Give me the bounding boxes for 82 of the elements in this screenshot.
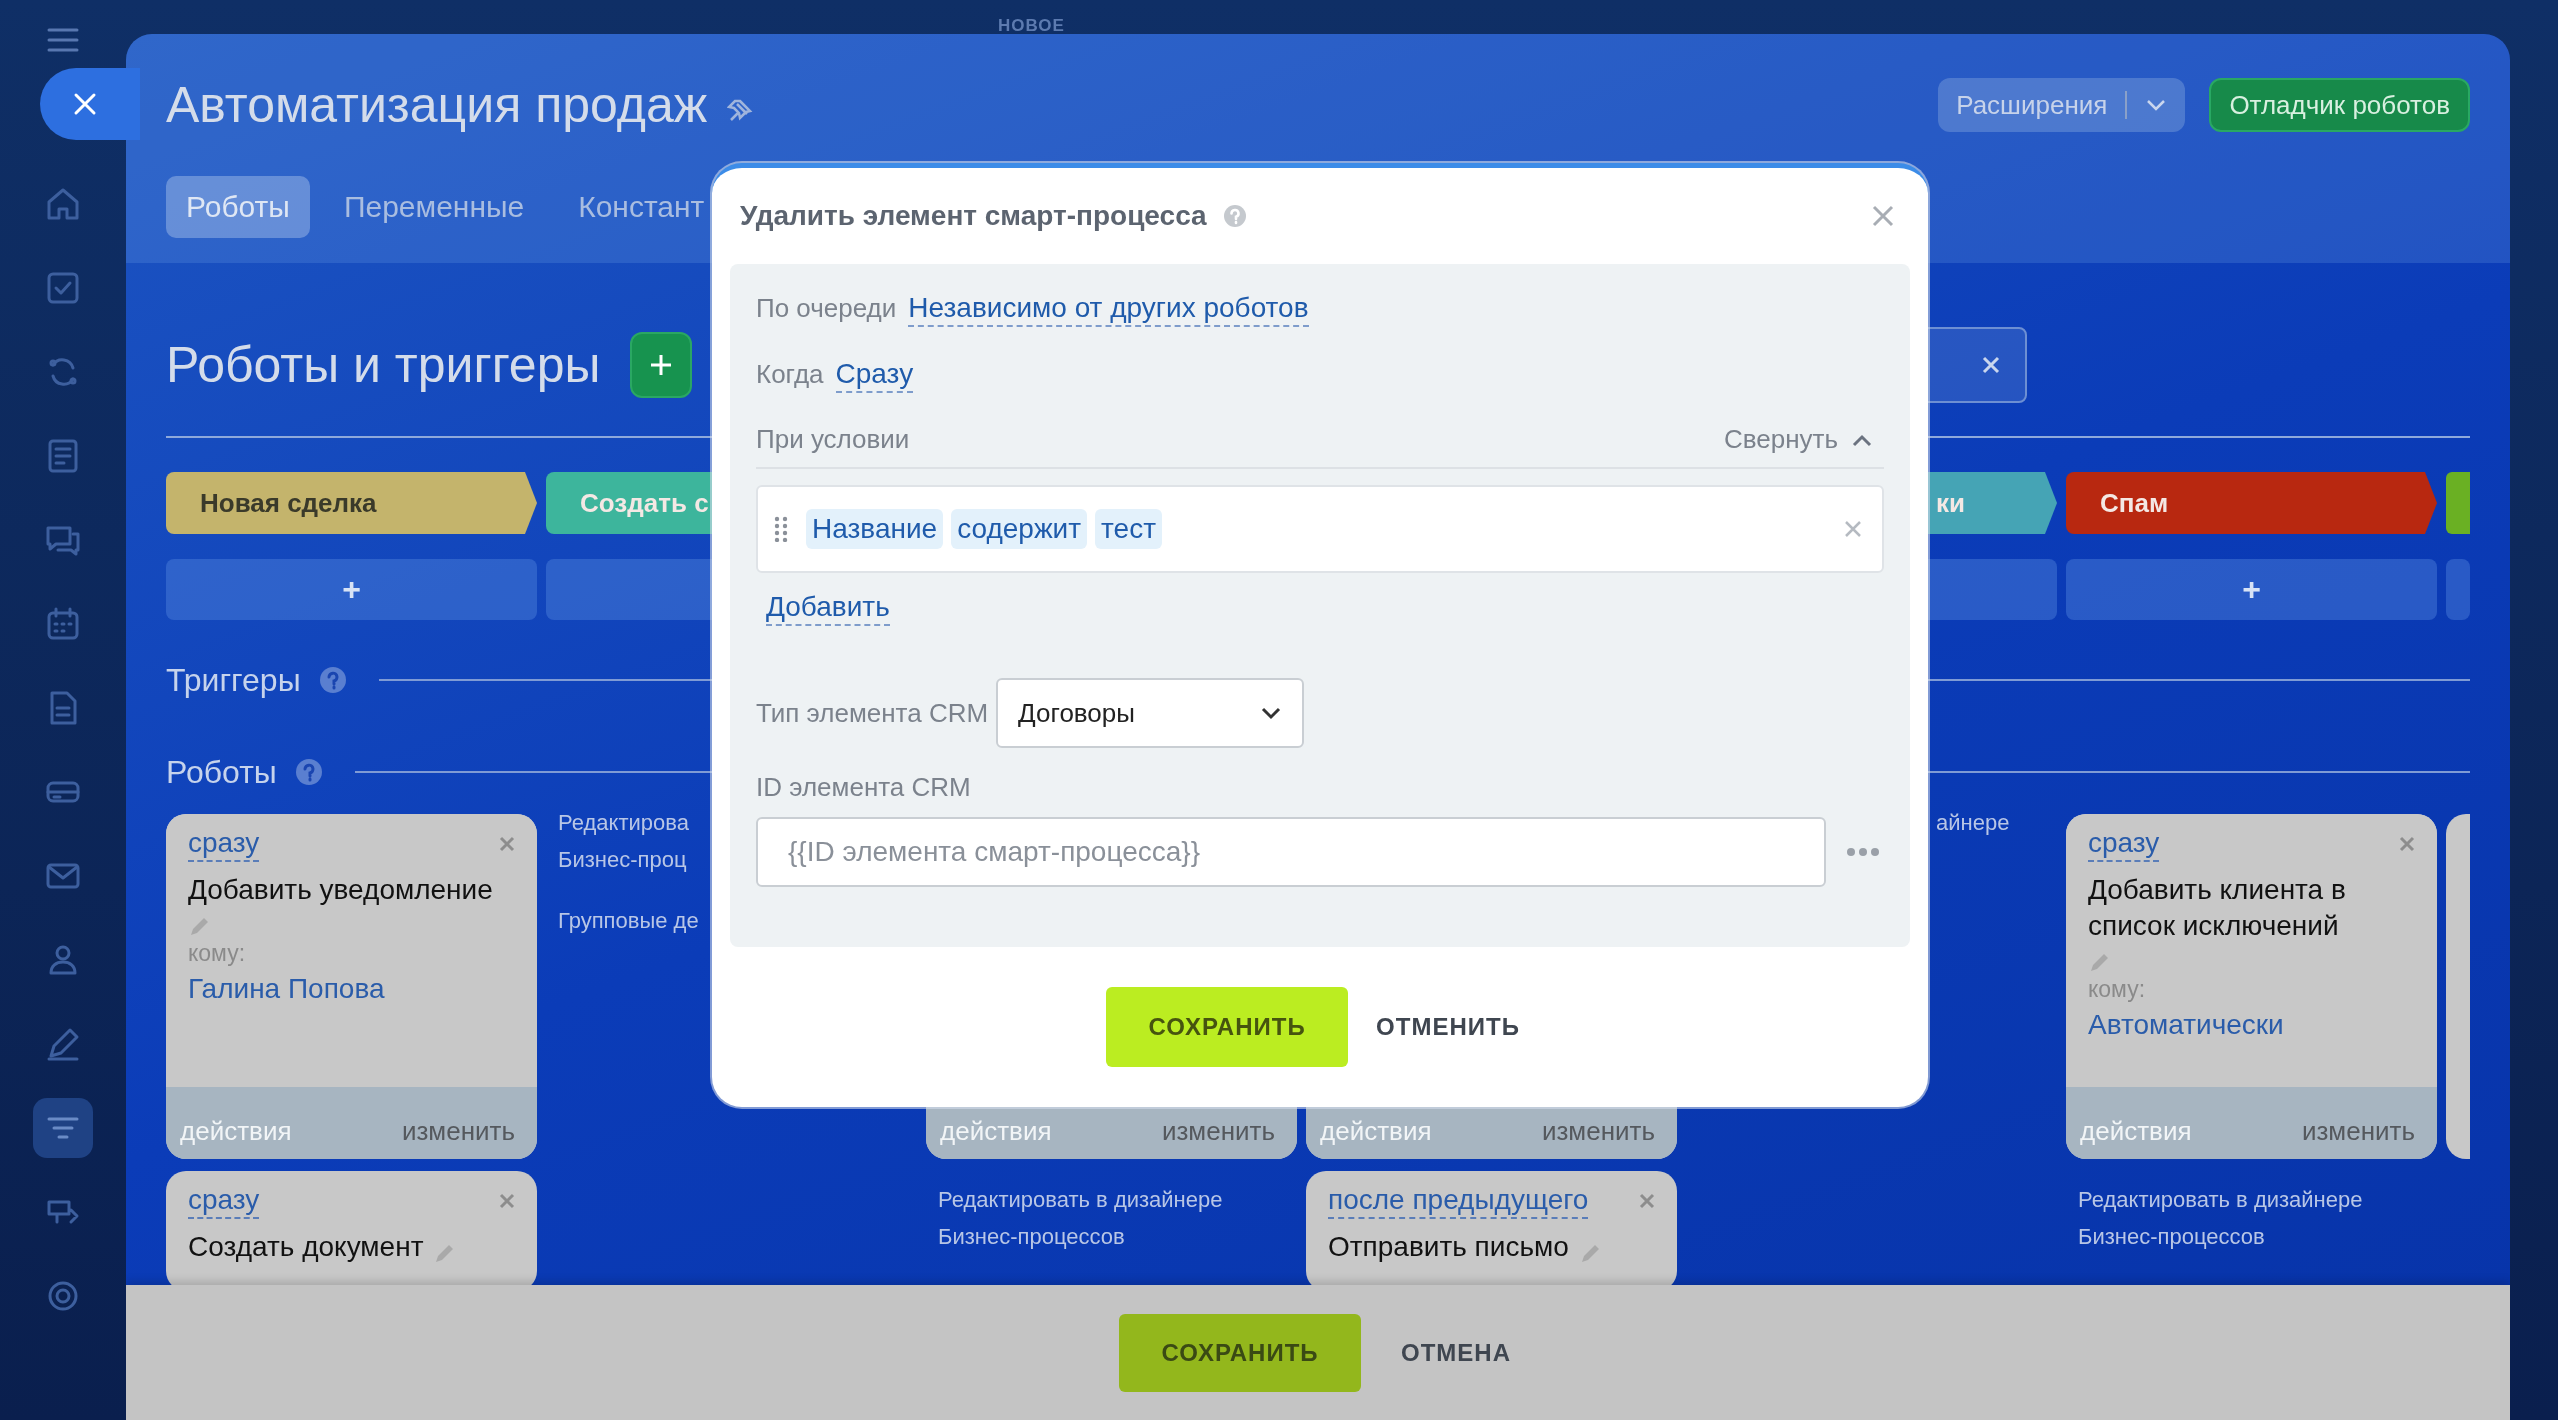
close-icon[interactable] xyxy=(1844,520,1862,538)
robot-title: Отправить письмо xyxy=(1328,1229,1569,1264)
close-icon[interactable] xyxy=(499,835,515,852)
collapse-button[interactable]: Свернуть xyxy=(1723,424,1884,455)
condition-chip[interactable]: содержит xyxy=(951,509,1088,549)
stage-header[interactable]: Спам xyxy=(2066,472,2437,534)
robot-title: Добавить уведомление xyxy=(188,872,493,907)
field-label: По очереди xyxy=(756,293,897,324)
field-label: Тип элемента CRM xyxy=(756,697,989,729)
id-input[interactable]: {{ID элемента смарт-процесса}} xyxy=(756,817,1826,887)
cancel-button[interactable]: ОТМЕНИТЬ xyxy=(1362,1013,1534,1041)
robot-title: Добавить клиента в список исключений xyxy=(2088,872,2347,943)
condition-chip[interactable]: тест xyxy=(1095,509,1162,549)
edit-link[interactable]: изменить xyxy=(1541,1116,1655,1147)
dialog-title: Удалить элемент смарт-процесса xyxy=(740,200,1207,232)
edit-link[interactable]: изменить xyxy=(1161,1116,1275,1147)
actions-label: действия xyxy=(940,1116,1052,1147)
chevron-down-icon xyxy=(1260,706,1283,720)
condition-chip[interactable]: Название xyxy=(806,509,944,549)
help-icon[interactable] xyxy=(294,758,323,786)
field-label: ID элемента CRM xyxy=(756,772,972,803)
close-button[interactable] xyxy=(40,68,140,140)
stage-header[interactable]: Новая сделка xyxy=(166,472,537,534)
plus-icon xyxy=(649,353,674,377)
field-label: При условии xyxy=(756,424,910,455)
drag-handle-icon[interactable] xyxy=(774,516,788,542)
designer-link[interactable]: Бизнес-процессов xyxy=(926,1220,1297,1253)
recipient-label: кому: xyxy=(2088,975,2147,1003)
robot-card[interactable] xyxy=(2446,814,2470,1159)
triggers-heading: Триггеры xyxy=(166,661,301,699)
save-button[interactable]: СОХРАНИТЬ xyxy=(1106,987,1349,1067)
close-icon[interactable] xyxy=(2399,835,2415,852)
recipient-label: кому: xyxy=(188,939,247,967)
delay-link[interactable]: сразу xyxy=(2088,826,2160,862)
chevron-down-icon xyxy=(2145,98,2168,112)
actions-label: действия xyxy=(180,1116,292,1147)
designer-link[interactable]: Редактировать в дизайнере xyxy=(926,1183,1297,1216)
actions-label: действия xyxy=(1320,1116,1432,1147)
edit-link[interactable]: изменить xyxy=(2301,1116,2415,1147)
close-icon xyxy=(72,91,98,117)
robot-title: Создать документ xyxy=(188,1229,424,1264)
actions-label: действия xyxy=(2080,1116,2192,1147)
help-icon[interactable] xyxy=(318,666,347,694)
recipient-link[interactable]: Галина Попова xyxy=(188,972,515,1005)
add-button[interactable] xyxy=(630,332,693,398)
designer-link[interactable]: Бизнес-процессов xyxy=(2066,1220,2437,1253)
when-link[interactable]: Сразу xyxy=(835,356,914,393)
tab[interactable]: Констант xyxy=(558,176,725,238)
tab[interactable]: Переменные xyxy=(323,176,545,238)
tab[interactable]: Роботы xyxy=(166,176,310,238)
edit-link[interactable]: изменить xyxy=(401,1116,515,1147)
field-label: Когда xyxy=(756,359,824,390)
delay-link[interactable]: сразу xyxy=(188,1183,260,1219)
robot-card[interactable]: после предыдущего Отправить письмо xyxy=(1306,1171,1677,1285)
section-label: НОВОЕ xyxy=(998,16,1065,36)
robot-card[interactable]: сразу Создать документ xyxy=(166,1171,537,1285)
help-icon[interactable] xyxy=(1222,204,1247,228)
type-select[interactable]: Договоры xyxy=(996,678,1305,748)
robot-card[interactable]: сразу Добавить клиента в список исключений кому: Автоматически действия изменить xyxy=(2066,814,2437,1159)
delay-link[interactable]: сразу xyxy=(188,826,260,862)
close-icon[interactable] xyxy=(1639,1192,1655,1209)
designer-link[interactable]: Редактировать в дизайнере xyxy=(2066,1183,2437,1216)
page-title: Автоматизация продаж xyxy=(166,76,708,134)
robot-card[interactable]: сразу Добавить уведомление кому: Галина Попова действия изменить xyxy=(166,814,537,1159)
recipient-link[interactable]: Автоматически xyxy=(2088,1008,2415,1041)
add-robot-button[interactable] xyxy=(2446,559,2470,620)
section-title: Роботы и триггеры xyxy=(166,336,601,394)
queue-link[interactable]: Независимо от других роботов xyxy=(908,290,1309,327)
delay-link[interactable]: после предыдущего xyxy=(1328,1183,1589,1219)
save-button[interactable]: СОХРАНИТЬ xyxy=(1119,1313,1361,1392)
filter-icon[interactable] xyxy=(33,1098,93,1158)
chevron-up-icon xyxy=(1852,432,1872,447)
more-icon[interactable] xyxy=(1846,847,1880,857)
close-icon[interactable] xyxy=(499,1192,515,1209)
robot-debugger-button[interactable]: Отладчик роботов xyxy=(2209,78,2470,132)
extensions-dropdown[interactable]: Расширения xyxy=(1938,78,2186,132)
add-robot-button[interactable]: + xyxy=(166,559,537,620)
close-icon[interactable] xyxy=(1872,205,1894,227)
add-robot-button[interactable]: + xyxy=(2066,559,2437,620)
robots-heading: Роботы xyxy=(166,753,277,791)
cancel-button[interactable]: ОТМЕНА xyxy=(1395,1337,1517,1368)
add-condition-link[interactable]: Добавить xyxy=(766,589,890,626)
